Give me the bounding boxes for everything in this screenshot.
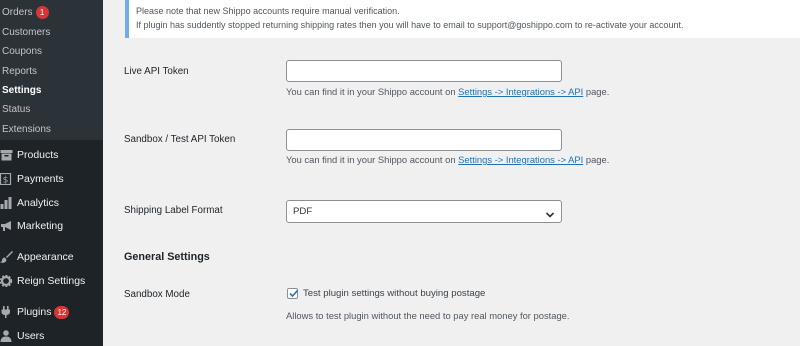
submenu-item-settings[interactable]: Settings	[2, 84, 41, 98]
shippo-api-settings-link[interactable]: Settings -> Integrations -> API	[458, 86, 583, 97]
chevron-down-icon	[545, 207, 555, 218]
sandbox-mode-label: Sandbox Mode	[124, 289, 190, 300]
sandbox-mode-help: Allows to test plugin without the need t…	[286, 310, 570, 321]
shippo-api-settings-link[interactable]: Settings -> Integrations -> API	[458, 154, 583, 165]
shippo-notice: Please note that new Shippo accounts req…	[125, 0, 800, 38]
menu-item-reign-settings[interactable]: Reign Settings	[0, 272, 103, 290]
svg-text:$: $	[3, 176, 9, 186]
megaphone-icon	[0, 220, 13, 232]
general-settings-heading: General Settings	[124, 251, 210, 263]
shipping-label-format-label: Shipping Label Format	[124, 205, 223, 216]
submenu-item-coupons[interactable]: Coupons	[2, 45, 42, 59]
live-api-token-input[interactable]	[286, 60, 562, 82]
live-api-token-label: Live API Token	[124, 66, 189, 77]
shipping-label-format-select[interactable]: PDF	[286, 200, 562, 223]
checkmark-icon	[289, 289, 299, 298]
menu-item-marketing[interactable]: Marketing	[0, 217, 103, 235]
gear-icon	[0, 275, 13, 287]
user-icon	[0, 330, 13, 342]
submenu-item-extensions[interactable]: Extensions	[2, 123, 51, 137]
menu-item-appearance[interactable]: Appearance	[0, 248, 103, 266]
menu-item-products[interactable]: Products	[0, 146, 103, 164]
live-api-token-help: You can find it in your Shippo account o…	[286, 86, 610, 97]
notice-line-1: Please note that new Shippo accounts req…	[136, 6, 400, 16]
menu-item-users[interactable]: Users	[0, 327, 103, 345]
sandbox-api-token-help: You can find it in your Shippo account o…	[286, 154, 610, 165]
menu-item-analytics[interactable]: Analytics	[0, 194, 103, 212]
selected-format: PDF	[293, 206, 313, 217]
notice-line-2: If plugin has suddently stopped returnin…	[136, 20, 684, 30]
submenu-item-status[interactable]: Status	[2, 103, 30, 117]
sandbox-mode-checkbox-label[interactable]: Test plugin settings without buying post…	[303, 288, 485, 299]
sandbox-api-token-input[interactable]	[286, 129, 562, 151]
orders-count-badge: 1	[35, 6, 49, 19]
plug-icon	[0, 306, 13, 318]
menu-item-plugins[interactable]: Plugins 12	[0, 303, 103, 321]
sandbox-api-token-label: Sandbox / Test API Token	[124, 134, 236, 145]
submenu-item-customers[interactable]: Customers	[2, 26, 50, 40]
woocommerce-submenu: Orders 1 Customers Coupons Reports Settin…	[0, 0, 103, 140]
bar-chart-icon	[0, 197, 13, 209]
archive-icon	[0, 149, 13, 161]
dollar-icon: $	[0, 173, 13, 185]
paintbrush-icon	[0, 251, 13, 263]
plugins-update-badge: 12	[54, 306, 70, 319]
submenu-item-reports[interactable]: Reports	[2, 65, 37, 79]
menu-item-payments[interactable]: $ Payments	[0, 170, 103, 188]
sandbox-mode-checkbox[interactable]	[287, 288, 299, 299]
admin-sidebar: Orders 1 Customers Coupons Reports Settin…	[0, 0, 103, 346]
submenu-item-orders[interactable]: Orders 1	[2, 6, 49, 20]
